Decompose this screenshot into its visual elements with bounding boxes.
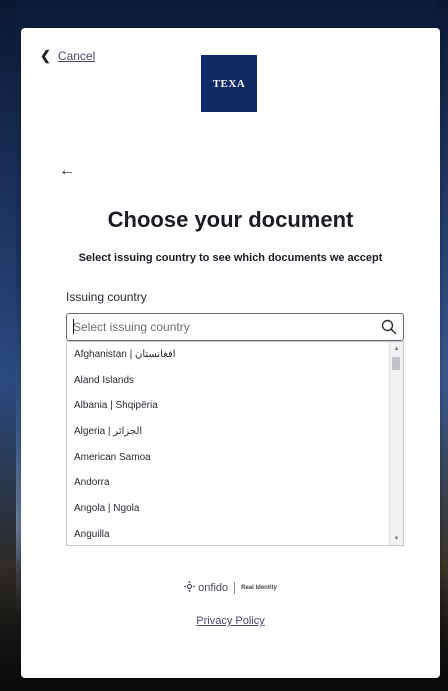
onfido-tagline: Real Identity	[241, 585, 277, 591]
country-option[interactable]: Albania | Shqipëria	[67, 393, 403, 419]
country-option[interactable]: Andorra	[67, 470, 403, 496]
onfido-logo-icon	[184, 581, 195, 595]
search-icon[interactable]	[378, 316, 400, 338]
cancel-link[interactable]: ❮ Cancel	[40, 48, 95, 64]
country-option[interactable]: Anguilla	[67, 522, 403, 545]
onfido-brand-text: onfido	[198, 582, 229, 594]
country-listbox[interactable]: Afghanistan | افغانستان Aland Islands Al…	[66, 341, 404, 546]
text-caret	[73, 319, 74, 334]
country-option[interactable]: Angola | Ngola	[67, 496, 403, 522]
scrollbar-thumb[interactable]	[392, 357, 400, 370]
scroll-up-icon[interactable]: ▲	[390, 342, 403, 355]
cancel-label: Cancel	[57, 49, 96, 63]
logo-text: TEXA	[212, 77, 246, 90]
texa-logo: TEXA	[201, 55, 257, 112]
listbox-scrollbar[interactable]: ▲ ▼	[389, 342, 403, 545]
country-option[interactable]: Algeria | الجزائر	[67, 419, 403, 445]
country-option[interactable]: Afghanistan | افغانستان	[67, 342, 403, 368]
scroll-down-icon[interactable]: ▼	[390, 532, 403, 545]
chevron-left-icon: ❮	[40, 48, 51, 63]
onfido-branding: onfido Real Identity	[21, 581, 440, 595]
branding-divider	[234, 582, 236, 594]
page-subtitle: Select issuing country to see which docu…	[78, 252, 383, 264]
country-search-box[interactable]	[66, 313, 404, 341]
page-title: Choose your document	[107, 207, 354, 232]
back-arrow-icon[interactable]: ←	[59, 163, 75, 179]
country-option[interactable]: Aland Islands	[67, 368, 403, 394]
document-selection-card: ❮ Cancel TEXA ← Choose your document Sel…	[21, 28, 440, 678]
country-option[interactable]: American Samoa	[67, 445, 403, 471]
country-search-input[interactable]	[67, 315, 378, 339]
privacy-policy-link[interactable]: Privacy Policy	[21, 615, 440, 627]
issuing-country-label: Issuing country	[66, 290, 147, 304]
